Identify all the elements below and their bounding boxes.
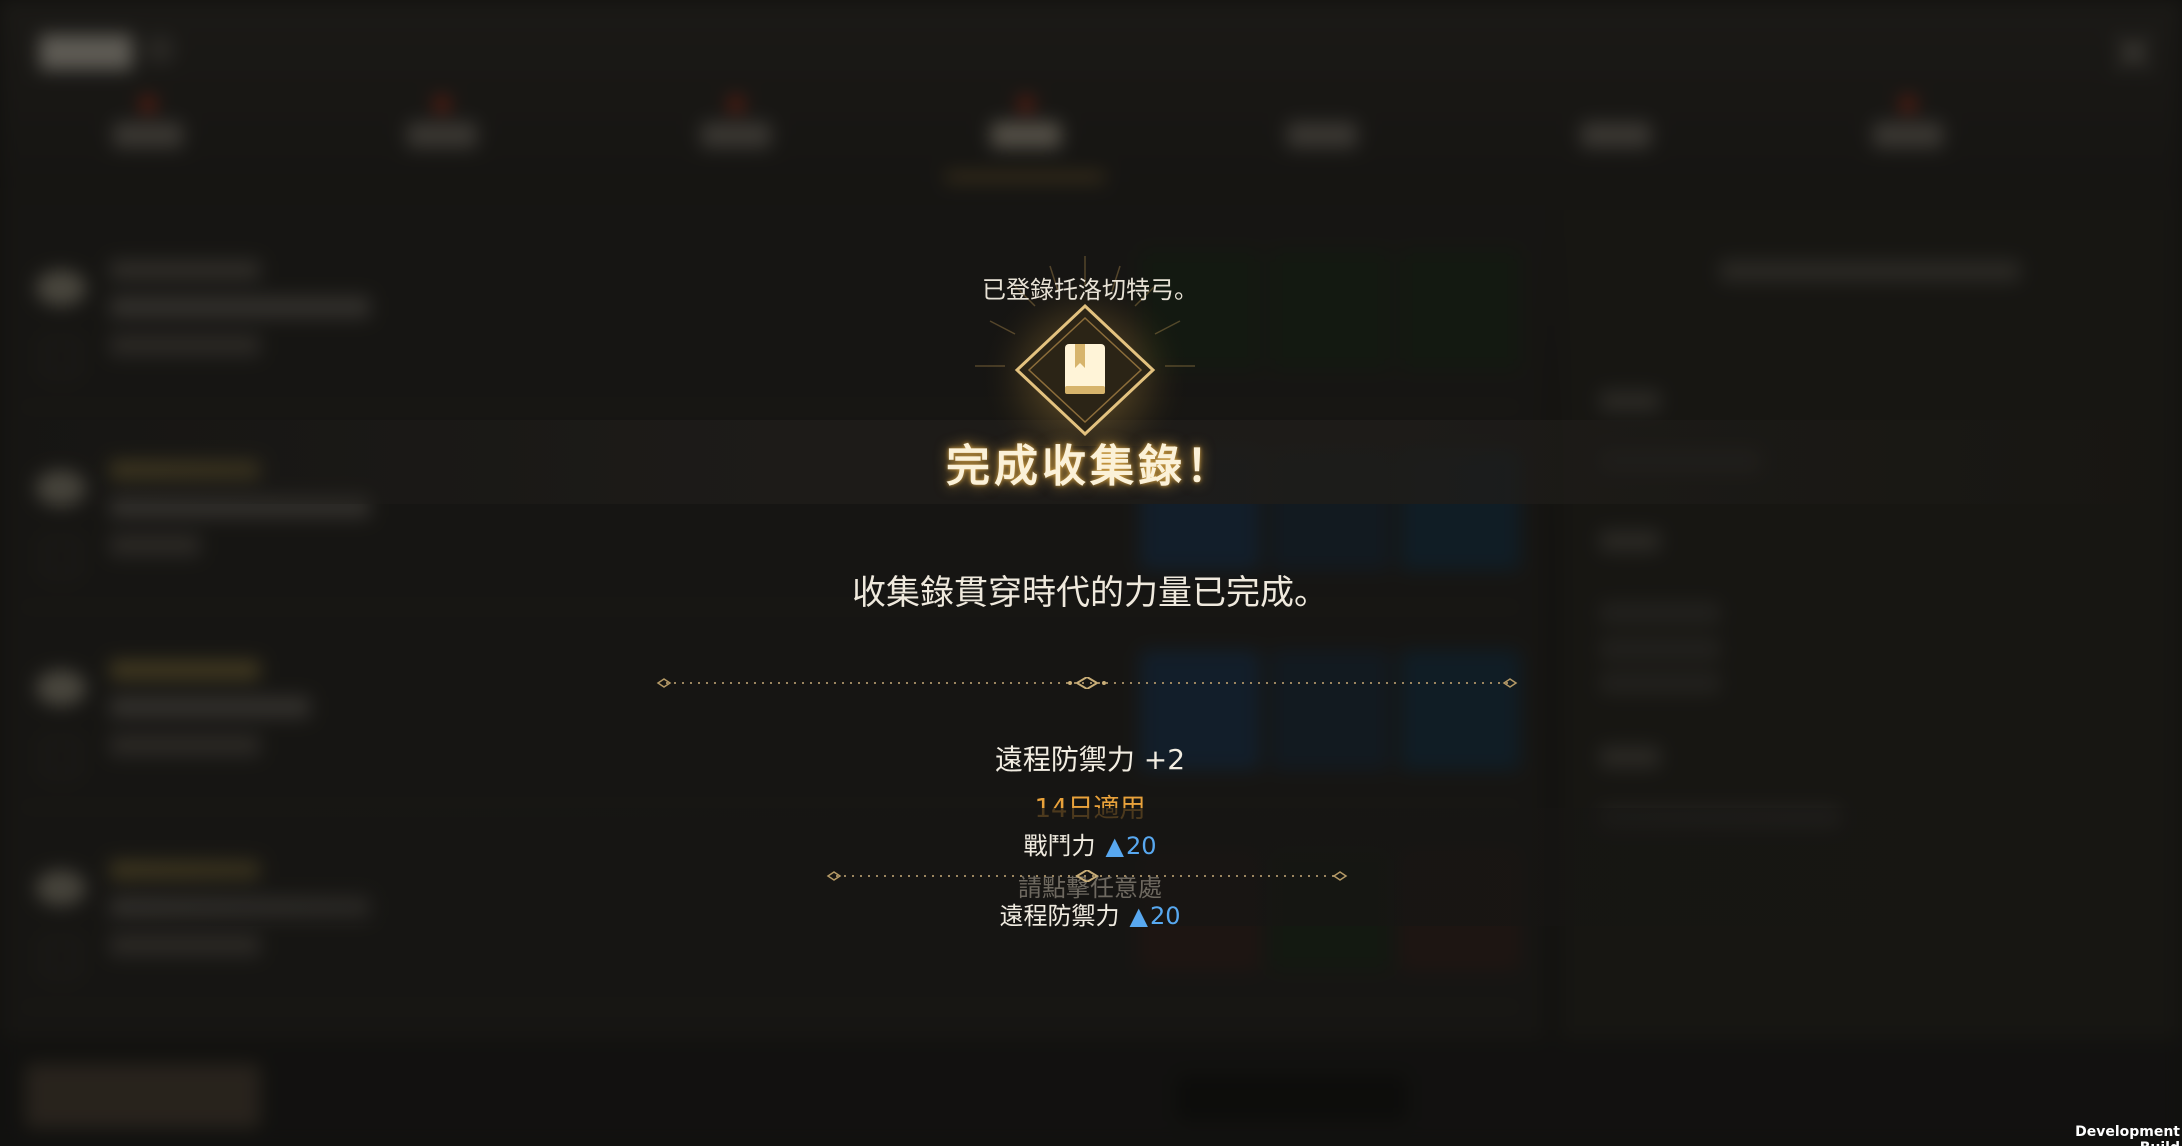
completion-title: 完成收集錄！ [946, 441, 1234, 492]
game-screen: ▆▆▆ ▫ ✕ [0, 0, 2182, 1146]
registration-notice: 已登錄托洛切特弓。 [982, 276, 1198, 304]
stat-effect: 遠程防禦力 +2 [994, 743, 1186, 776]
stat-label: 戰鬥力 [1023, 832, 1096, 860]
stat-label: 遠程防禦力 [999, 902, 1120, 930]
stat-increase-value: 20 [1125, 832, 1157, 860]
stat-increase-value: 20 [1149, 902, 1181, 930]
increase-arrow-icon: ▲ [1129, 902, 1148, 930]
build-watermark: Development Build [2075, 1124, 2180, 1146]
ornament-divider-small [826, 870, 1348, 882]
ranged-defense-change: 遠程防禦力 ▲20 [890, 896, 1290, 931]
completion-description: 收集錄貫穿時代的力量已完成。 [852, 573, 1328, 613]
ornament-divider [656, 677, 1518, 689]
collection-complete-popup[interactable]: 已登錄托洛切特弓。 完成收集錄！ 收集錄貫穿時代的力量已完成。 遠程防禦力 +2… [0, 0, 2182, 1146]
increase-arrow-icon: ▲ [1105, 832, 1124, 860]
combat-power-change: 戰鬥力 ▲20 [890, 826, 1290, 861]
